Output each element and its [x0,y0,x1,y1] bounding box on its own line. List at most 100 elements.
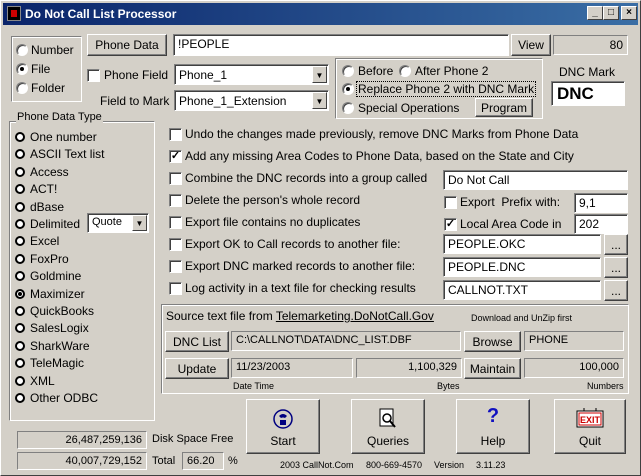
close-button[interactable]: × [621,6,637,20]
start-label: Start [270,434,296,448]
log-activity-label: Log activity in a text file for checking… [185,281,416,295]
window-title: Do Not Call List Processor [25,7,177,21]
data-type-radio[interactable] [15,375,25,386]
undo-label: Undo the changes made previously, remove… [185,127,579,141]
dnc-bytes: 1,100,329 [356,358,462,378]
chevron-down-icon[interactable]: ▼ [132,215,147,231]
radio-before[interactable] [342,65,354,77]
data-type-radio[interactable] [15,132,25,142]
radio-number-label: Number [31,43,74,57]
data-type-label: ASCII Text list [30,147,105,162]
numbers-label: Numbers [587,381,624,391]
phone-icon [273,409,293,429]
dnc-mark-input[interactable]: DNC [551,81,625,106]
maintain-button[interactable]: Maintain [464,358,521,379]
update-button[interactable]: Update [165,358,229,379]
radio-folder[interactable] [16,82,28,94]
data-type-radio[interactable] [15,253,25,264]
undo-checkbox[interactable] [169,128,182,141]
export-dnc-label: Export DNC marked records to another fil… [185,259,416,273]
export-prefix-checkbox[interactable] [444,196,457,209]
export-ok-browse-button[interactable]: ... [604,234,628,255]
data-type-radio[interactable] [15,166,25,177]
data-type-label: Goldmine [30,269,82,284]
phone-data-button[interactable]: Phone Data [87,34,167,56]
export-dnc-input[interactable]: PEOPLE.DNC [443,257,601,277]
record-count: 80 [553,35,628,55]
combine-checkbox[interactable] [169,172,182,185]
footer-phone: 800-669-4570 [366,460,423,470]
footer-version-label: Version [434,460,465,470]
export-ok-checkbox[interactable] [169,238,182,251]
data-type-label: XML [30,373,55,388]
radio-file[interactable] [16,63,28,75]
radio-number[interactable] [16,44,28,56]
radio-after-phone2[interactable] [399,65,411,77]
delete-record-checkbox[interactable] [169,194,182,207]
combine-label: Combine the DNC records into a group cal… [185,171,428,185]
disk-percent-value: 66.20 [182,452,224,470]
data-type-radio[interactable] [15,288,25,299]
log-activity-checkbox[interactable] [169,282,182,295]
local-area-checkbox[interactable]: ✓ [444,218,457,231]
area-codes-checkbox[interactable]: ✓ [169,150,182,163]
phone-field-checkbox[interactable] [87,69,100,82]
quit-button[interactable]: EXIT Quit [554,399,626,454]
delimiter-select[interactable]: Quote ▼ [87,213,149,233]
local-area-input[interactable]: 202 [574,214,628,234]
chevron-down-icon[interactable]: ▼ [312,66,327,83]
export-prefix-label: Export Prefix with: [460,195,561,209]
browse-button[interactable]: Browse [464,331,521,352]
no-duplicates-checkbox[interactable] [169,216,182,229]
data-type-radio[interactable] [15,393,25,403]
log-file-input[interactable]: CALLNOT.TXT [443,280,601,300]
dnc-list-button[interactable]: DNC List [165,331,229,352]
footer-version: 3.11.23 [476,460,506,470]
data-type-radio[interactable] [15,306,25,316]
field-to-mark-value: Phone_1_Extension [179,94,287,108]
radio-special-operations[interactable] [342,102,354,114]
dnc-date: 11/23/2003 [231,358,353,378]
data-type-label: ACT! [30,182,58,197]
export-dnc-checkbox[interactable] [169,260,182,273]
help-button[interactable]: ? Help [456,399,530,454]
phone-data-input[interactable]: !PEOPLE [173,34,509,56]
source-label: Source text file from Telemarketing.DoNo… [166,309,434,323]
maximize-button[interactable]: □ [603,6,619,20]
main-window: Do Not Call List Processor _ □ × Number … [0,0,641,476]
radio-replace-phone2[interactable] [342,83,354,95]
combine-group-input[interactable]: Do Not Call [443,170,628,190]
program-button[interactable]: Program [475,98,533,117]
queries-button[interactable]: Queries [351,399,425,454]
bytes-label: Bytes [437,381,460,391]
no-duplicates-label: Export file contains no duplicates [185,215,361,229]
radio-after-phone2-label: After Phone 2 [415,64,489,78]
question-mark-icon: ? [486,405,500,427]
field-to-mark-label: Field to Mark [100,94,170,108]
dnc-mark-label: DNC Mark [559,65,615,79]
exit-sign-icon: EXIT [576,408,604,428]
start-button[interactable]: Start [246,399,320,454]
radio-replace-phone2-label: Replace Phone 2 with DNC Mark [356,81,537,97]
local-area-label: Local Area Code in [460,217,562,231]
data-type-label: TeleMagic [30,356,85,371]
log-browse-button[interactable]: ... [604,280,628,301]
data-type-label: Access [30,164,69,179]
minimize-button[interactable]: _ [587,6,603,20]
data-type-radio[interactable] [15,340,25,351]
phone-field-select[interactable]: Phone_1 ▼ [174,64,329,85]
dnc-numbers: 100,000 [524,358,624,378]
title-bar[interactable]: Do Not Call List Processor _ □ × [3,3,638,25]
disk-free-value: 26,487,259,136 [17,431,147,449]
data-type-label: Excel [30,234,60,249]
prefix-input[interactable]: 9,1 [574,193,628,213]
data-type-radio[interactable] [15,219,25,229]
data-type-radio[interactable] [15,201,25,212]
data-type-label: SharkWare [30,338,90,353]
export-dnc-browse-button[interactable]: ... [604,257,628,278]
export-ok-input[interactable]: PEOPLE.OKC [443,234,601,254]
chevron-down-icon[interactable]: ▼ [312,92,327,109]
view-button[interactable]: View [511,34,551,56]
field-to-mark-select[interactable]: Phone_1_Extension ▼ [174,90,329,111]
source-link[interactable]: Telemarketing.DoNotCall.Gov [276,309,434,323]
